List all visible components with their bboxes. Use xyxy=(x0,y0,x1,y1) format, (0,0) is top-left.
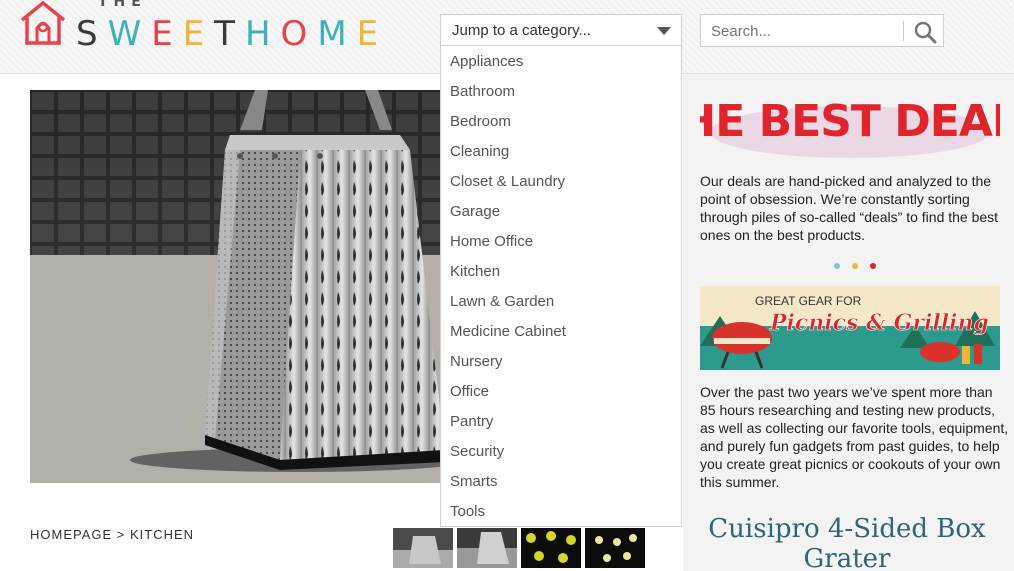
carousel-dot-2[interactable] xyxy=(852,263,858,269)
carousel-dot-1[interactable] xyxy=(834,263,840,269)
thumbnail-1[interactable] xyxy=(393,528,453,568)
category-option[interactable]: Smarts xyxy=(450,473,498,490)
search-divider xyxy=(903,21,904,41)
category-option[interactable]: Kitchen xyxy=(450,263,500,280)
category-option[interactable]: Appliances xyxy=(450,53,523,70)
logo-letter: E xyxy=(151,14,183,54)
breadcrumb-home-link[interactable]: HOMEPAGE xyxy=(30,527,112,542)
category-option[interactable]: Pantry xyxy=(450,413,493,430)
logo-letter: S xyxy=(76,14,108,54)
site-logo[interactable]: THE SWEETHOME xyxy=(18,0,428,60)
category-option[interactable]: Tools xyxy=(450,503,485,520)
carousel-dot-3[interactable] xyxy=(870,263,876,269)
logo-letter: T xyxy=(214,14,245,54)
promo-line1: GREAT GEAR FOR xyxy=(755,294,862,308)
house-logo-icon xyxy=(20,0,66,45)
promo-description: Over the past two years we’ve spent more… xyxy=(700,384,1009,490)
logo-letter: E xyxy=(182,14,215,54)
thumbnail-2[interactable] xyxy=(457,528,517,568)
category-option[interactable]: Medicine Cabinet xyxy=(450,323,566,340)
logo-wordmark: SWEETHOME xyxy=(76,14,388,54)
picnic-grilling-banner[interactable]: GREAT GEAR FOR Picnics & Grilling xyxy=(700,286,1000,370)
thumbnail-3[interactable] xyxy=(521,528,581,568)
best-deals-banner[interactable]: THE BEST DEALS xyxy=(700,84,1000,164)
category-option[interactable]: Lawn & Garden xyxy=(450,293,554,310)
logo-letter: W xyxy=(107,14,152,54)
logo-letter: H xyxy=(244,14,281,54)
logo-the-text: THE xyxy=(98,0,147,10)
breadcrumb-current-link[interactable]: KITCHEN xyxy=(130,527,194,542)
category-select[interactable]: Jump to a category... xyxy=(440,14,682,46)
category-option[interactable]: Home Office xyxy=(450,233,533,250)
category-option[interactable]: Bathroom xyxy=(450,83,515,100)
promo-line2: Picnics & Grilling xyxy=(769,310,989,336)
breadcrumb-separator: > xyxy=(116,527,126,542)
chevron-down-icon xyxy=(657,27,671,35)
product-photo-box-grater xyxy=(30,90,442,483)
logo-letter: O xyxy=(280,14,318,54)
category-option[interactable]: Security xyxy=(450,443,504,460)
deals-description: Our deals are hand-picked and analyzed t… xyxy=(700,173,999,243)
category-option[interactable]: Cleaning xyxy=(450,143,509,160)
best-deals-title: THE BEST DEALS xyxy=(700,96,1000,147)
category-option[interactable]: Bedroom xyxy=(450,113,511,130)
category-option[interactable]: Nursery xyxy=(450,353,503,370)
breadcrumb: HOMEPAGE > KITCHEN xyxy=(30,527,194,542)
logo-letter: M xyxy=(317,14,357,54)
category-select-label: Jump to a category... xyxy=(452,22,591,39)
search-input[interactable] xyxy=(711,21,901,41)
category-option[interactable]: Garage xyxy=(450,203,500,220)
product-title[interactable]: Cuisipro 4-Sided Box Grater xyxy=(697,514,997,571)
category-option[interactable]: Closet & Laundry xyxy=(450,173,565,190)
category-dropdown-list: Appliances Bathroom Bedroom Cleaning Closet … xyxy=(440,46,682,527)
logo-letter: E xyxy=(356,14,389,54)
thumbnail-4[interactable] xyxy=(585,528,645,568)
category-option[interactable]: Office xyxy=(450,383,489,400)
search-icon[interactable] xyxy=(913,20,937,44)
search-box xyxy=(700,14,944,47)
